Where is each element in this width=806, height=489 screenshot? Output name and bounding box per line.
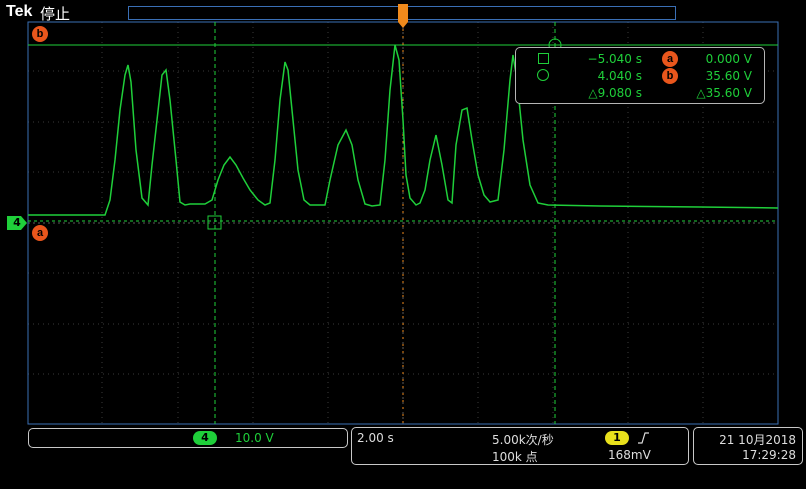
sample-rate: 5.00k次/秒	[492, 433, 554, 447]
cursor-readout-panel: −5.040 s a 0.000 V 4.040 s b 35.60 V △9.…	[515, 47, 765, 104]
datetime-panel: 21 10月2018 17:29:28	[693, 427, 803, 465]
ref-a-badge: a	[662, 51, 678, 67]
horizontal-scale: 2.00 s	[357, 431, 394, 445]
square-cursor-icon	[538, 53, 549, 64]
time-label: 17:29:28	[742, 448, 796, 462]
trigger-source-chip: 1	[605, 431, 629, 445]
cursor2-time: 4.040 s	[597, 69, 642, 83]
channel-4-panel[interactable]: 4 10.0 V	[28, 428, 348, 448]
delta-time: △9.080 s	[588, 86, 642, 100]
date-label: 21 10月2018	[719, 433, 796, 447]
delta-value: △35.60 V	[696, 86, 752, 100]
circle-cursor-icon	[537, 69, 549, 81]
trigger-position-marker[interactable]	[398, 4, 408, 28]
cursor1-value: 0.000 V	[705, 52, 752, 66]
cursor1-time: −5.040 s	[587, 52, 642, 66]
channel-4-chip: 4	[193, 431, 217, 445]
record-length: 100k 点	[492, 450, 538, 464]
timebase-trigger-panel[interactable]: 2.00 s 5.00k次/秒 100k 点 1 168mV	[351, 427, 689, 465]
cursor2-value: 35.60 V	[705, 69, 752, 83]
ref-b-marker[interactable]: b	[32, 26, 48, 42]
trigger-level: 168mV	[608, 448, 651, 462]
rising-edge-icon	[638, 432, 649, 444]
ref-a-marker[interactable]: a	[32, 225, 48, 241]
ref-b-badge: b	[662, 68, 678, 84]
channel-4-scale: 10.0 V	[235, 431, 274, 445]
